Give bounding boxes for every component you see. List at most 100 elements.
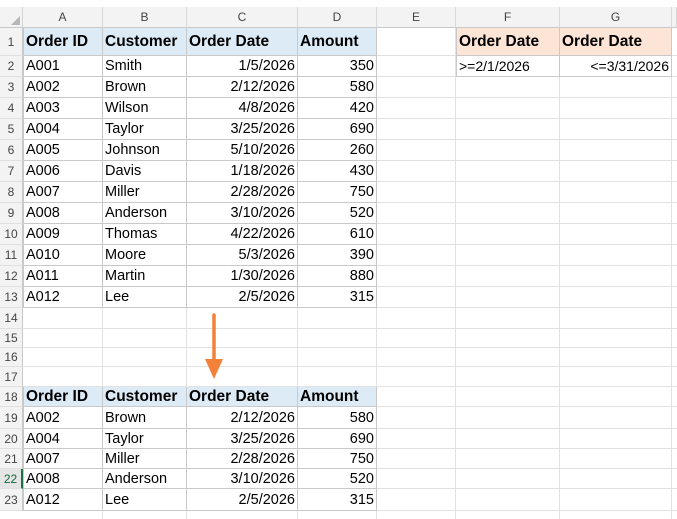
source-table-cell-customer[interactable]: Taylor (103, 119, 187, 140)
source-table-cell-amount[interactable]: 520 (298, 203, 377, 224)
source-table-cell-order-date[interactable]: 1/30/2026 (187, 266, 298, 287)
column-header-c[interactable]: C (187, 7, 298, 28)
row-header-23[interactable]: 23 (0, 489, 23, 511)
source-table-cell-order-date[interactable]: 3/10/2026 (187, 203, 298, 224)
source-table-cell-customer[interactable]: Brown (103, 77, 187, 98)
source-table-cell-amount[interactable]: 750 (298, 182, 377, 203)
source-table-cell-order-date[interactable]: 4/22/2026 (187, 224, 298, 245)
source-table-cell-order-id[interactable]: A001 (23, 56, 103, 77)
result-table-header-customer[interactable]: Customer (103, 387, 187, 407)
source-table-cell-order-id[interactable]: A010 (23, 245, 103, 266)
source-table-cell-order-id[interactable]: A006 (23, 161, 103, 182)
row-header-5[interactable]: 5 (0, 119, 23, 140)
source-table-cell-customer[interactable]: Moore (103, 245, 187, 266)
source-table-cell-amount[interactable]: 880 (298, 266, 377, 287)
source-table-cell-order-id[interactable]: A004 (23, 119, 103, 140)
source-table-cell-order-id[interactable]: A007 (23, 182, 103, 203)
criteria-header-order-date[interactable]: Order Date (456, 28, 560, 56)
row-header-2[interactable]: 2 (0, 56, 23, 77)
source-table-cell-amount[interactable]: 390 (298, 245, 377, 266)
column-header-a[interactable]: A (23, 7, 103, 28)
row-header-18[interactable]: 18 (0, 387, 23, 407)
row-header-1[interactable]: 1 (0, 28, 23, 56)
row-header-21[interactable]: 21 (0, 449, 23, 469)
source-table-cell-order-date[interactable]: 4/8/2026 (187, 98, 298, 119)
source-table-cell-order-id[interactable]: A008 (23, 203, 103, 224)
row-header-10[interactable]: 10 (0, 224, 23, 245)
result-table-header-order-date[interactable]: Order Date (187, 387, 298, 407)
result-table-cell-amount[interactable]: 580 (298, 407, 377, 429)
result-table-cell-order-id[interactable]: A012 (23, 489, 103, 511)
row-header-20[interactable]: 20 (0, 429, 23, 449)
result-table-cell-amount[interactable]: 315 (298, 489, 377, 511)
row-header-4[interactable]: 4 (0, 98, 23, 119)
source-table-cell-order-date[interactable]: 5/3/2026 (187, 245, 298, 266)
row-header-7[interactable]: 7 (0, 161, 23, 182)
result-table-cell-customer[interactable]: Taylor (103, 429, 187, 449)
row-header-15[interactable]: 15 (0, 329, 23, 348)
source-table-cell-customer[interactable]: Anderson (103, 203, 187, 224)
result-table-cell-customer[interactable]: Lee (103, 489, 187, 511)
source-table-header-order-date[interactable]: Order Date (187, 28, 298, 56)
row-header-3[interactable]: 3 (0, 77, 23, 98)
result-table-cell-amount[interactable]: 690 (298, 429, 377, 449)
result-table-cell-customer[interactable]: Brown (103, 407, 187, 429)
result-table-cell-order-date[interactable]: 3/10/2026 (187, 469, 298, 489)
result-table-cell-order-date[interactable]: 2/28/2026 (187, 449, 298, 469)
source-table-cell-order-date[interactable]: 5/10/2026 (187, 140, 298, 161)
row-header-9[interactable]: 9 (0, 203, 23, 224)
source-table-cell-order-date[interactable]: 1/5/2026 (187, 56, 298, 77)
result-table-cell-order-id[interactable]: A007 (23, 449, 103, 469)
source-table-cell-order-id[interactable]: A012 (23, 287, 103, 308)
source-table-cell-order-id[interactable]: A011 (23, 266, 103, 287)
source-table-cell-customer[interactable]: Johnson (103, 140, 187, 161)
column-header-d[interactable]: D (298, 7, 377, 28)
source-table-cell-amount[interactable]: 690 (298, 119, 377, 140)
source-table-cell-customer[interactable]: Wilson (103, 98, 187, 119)
column-header-f[interactable]: F (456, 7, 560, 28)
row-header-16[interactable]: 16 (0, 348, 23, 367)
spreadsheet-grid[interactable]: ABCDEFG 1 2 3 4 5 6 7 8 9 10 11 12 13 14 15 16 17 18 19 20 2… (0, 0, 677, 519)
source-table-cell-customer[interactable]: Davis (103, 161, 187, 182)
result-table-header-order-id[interactable]: Order ID (23, 387, 103, 407)
source-table-cell-order-id[interactable]: A009 (23, 224, 103, 245)
source-table-header-order-id[interactable]: Order ID (23, 28, 103, 56)
column-header-h[interactable] (672, 7, 677, 28)
source-table-cell-order-date[interactable]: 3/25/2026 (187, 119, 298, 140)
source-table-cell-order-id[interactable]: A003 (23, 98, 103, 119)
row-header-13[interactable]: 13 (0, 287, 23, 308)
source-table-cell-amount[interactable]: 430 (298, 161, 377, 182)
source-table-cell-order-date[interactable]: 1/18/2026 (187, 161, 298, 182)
criteria-end-date[interactable]: <=3/31/2026 (560, 56, 672, 77)
row-header-6[interactable]: 6 (0, 140, 23, 161)
result-table-cell-order-date[interactable]: 3/25/2026 (187, 429, 298, 449)
source-table-cell-amount[interactable]: 420 (298, 98, 377, 119)
row-header-17[interactable]: 17 (0, 367, 23, 387)
result-table-cell-order-id[interactable]: A008 (23, 469, 103, 489)
row-header-8[interactable]: 8 (0, 182, 23, 203)
source-table-header-customer[interactable]: Customer (103, 28, 187, 56)
source-table-header-amount[interactable]: Amount (298, 28, 377, 56)
criteria-header-order-date[interactable]: Order Date (560, 28, 672, 56)
source-table-cell-customer[interactable]: Lee (103, 287, 187, 308)
result-table-cell-order-date[interactable]: 2/5/2026 (187, 489, 298, 511)
source-table-cell-amount[interactable]: 315 (298, 287, 377, 308)
criteria-start-date[interactable]: >=2/1/2026 (456, 56, 560, 77)
source-table-cell-customer[interactable]: Thomas (103, 224, 187, 245)
source-table-cell-order-id[interactable]: A005 (23, 140, 103, 161)
row-header-14[interactable]: 14 (0, 308, 23, 329)
result-table-header-amount[interactable]: Amount (298, 387, 377, 407)
source-table-cell-amount[interactable]: 350 (298, 56, 377, 77)
result-table-cell-amount[interactable]: 750 (298, 449, 377, 469)
source-table-cell-customer[interactable]: Martin (103, 266, 187, 287)
row-header-19[interactable]: 19 (0, 407, 23, 429)
column-header-b[interactable]: B (103, 7, 187, 28)
source-table-cell-amount[interactable]: 260 (298, 140, 377, 161)
select-all-button[interactable] (0, 7, 23, 28)
source-table-cell-amount[interactable]: 580 (298, 77, 377, 98)
source-table-cell-customer[interactable]: Miller (103, 182, 187, 203)
result-table-cell-order-id[interactable]: A002 (23, 407, 103, 429)
column-header-g[interactable]: G (560, 7, 672, 28)
result-table-cell-customer[interactable]: Miller (103, 449, 187, 469)
source-table-cell-amount[interactable]: 610 (298, 224, 377, 245)
